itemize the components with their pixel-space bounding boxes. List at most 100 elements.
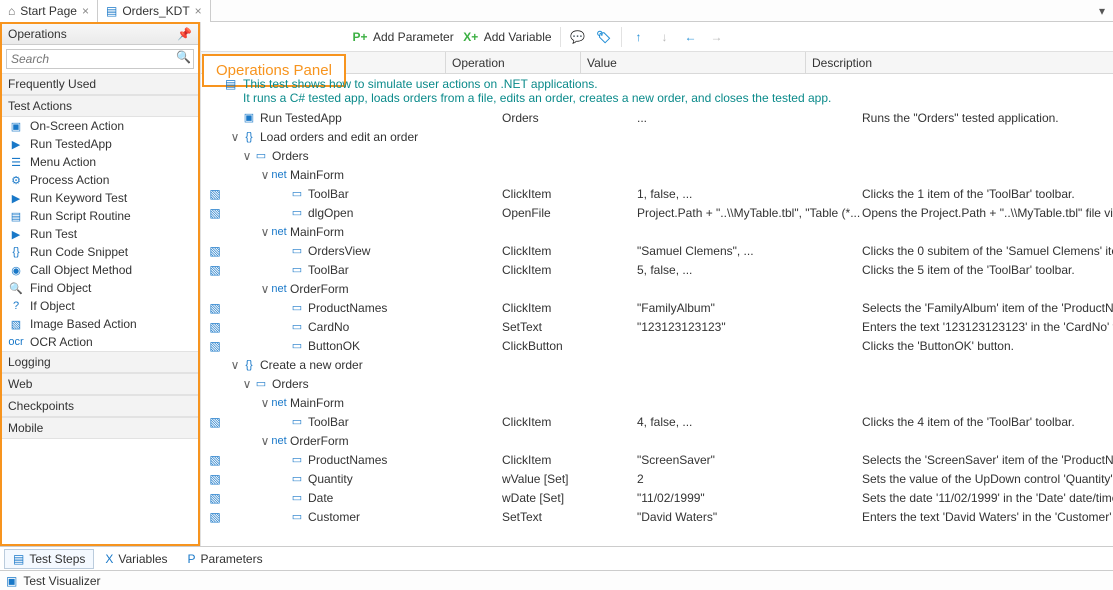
row-type-icon: ▭ [289, 301, 305, 314]
col-description[interactable]: Description [812, 56, 872, 70]
arrow-up-icon[interactable]: ↑ [630, 28, 648, 46]
grid-row[interactable]: ∨{}Create a new order [201, 355, 1113, 374]
row-type-icon: net [271, 397, 287, 409]
row-item-label: OrdersView [308, 244, 370, 258]
grid-row[interactable]: ∨netOrderForm [201, 431, 1113, 450]
test-visualizer-label[interactable]: Test Visualizer [23, 574, 100, 588]
grid-row[interactable]: ▧▭CustomerSetText"David Waters"Enters th… [201, 507, 1113, 526]
grid-row[interactable]: ∨▭Orders [201, 374, 1113, 393]
row-value: "Samuel Clemens", ... [637, 244, 862, 258]
op-process-action[interactable]: ⚙Process Action [2, 171, 198, 189]
close-icon[interactable]: × [195, 4, 202, 18]
tab-parameters[interactable]: P Parameters [179, 549, 272, 569]
tab-start-page[interactable]: ⌂ Start Page × [0, 0, 98, 22]
grid-row[interactable]: ▧▭DatewDate [Set]"11/02/1999"Sets the da… [201, 488, 1113, 507]
row-description: Sets the value of the UpDown control 'Qu… [862, 472, 1113, 486]
op-run-script-routine[interactable]: ▤Run Script Routine [2, 207, 198, 225]
param-icon: P [188, 552, 196, 566]
search-input[interactable] [7, 50, 172, 68]
row-description: Sets the date '11/02/1999' in the 'Date'… [862, 491, 1113, 505]
row-value: 4, false, ... [637, 415, 862, 429]
col-operation[interactable]: Operation [452, 56, 505, 70]
row-operation: ClickItem [502, 415, 637, 429]
tab-orders-kdt[interactable]: ▤ Orders_KDT × [98, 0, 211, 22]
operations-panel: Operations 📌 🔍 Frequently Used Test Acti… [0, 22, 200, 546]
op-call-object-method[interactable]: ◉Call Object Method [2, 261, 198, 279]
cat-mobile[interactable]: Mobile [2, 417, 198, 439]
op-run-keyword-test[interactable]: ▶Run Keyword Test [2, 189, 198, 207]
arrow-down-icon[interactable]: ↓ [656, 28, 674, 46]
grid-row[interactable]: ∨netOrderForm [201, 279, 1113, 298]
grid-row[interactable]: ▧▭QuantitywValue [Set]2Sets the value of… [201, 469, 1113, 488]
expand-icon[interactable]: ∨ [259, 168, 271, 182]
op-find-object[interactable]: 🔍Find Object [2, 279, 198, 297]
expand-icon[interactable]: ∨ [229, 358, 241, 372]
op-run-code-snippet[interactable]: {}Run Code Snippet [2, 243, 198, 261]
row-description: Opens the Project.Path + "..\\MyTable.tb… [862, 206, 1113, 220]
grid-row[interactable]: ▧▭ToolBarClickItem1, false, ...Clicks th… [201, 184, 1113, 203]
expand-icon[interactable]: ∨ [259, 225, 271, 239]
grid-row[interactable]: ▧▭ToolBarClickItem4, false, ...Clicks th… [201, 412, 1113, 431]
op-ocr-action[interactable]: ocrOCR Action [2, 333, 198, 351]
grid-row[interactable]: ▧▭ToolBarClickItem5, false, ...Clicks th… [201, 260, 1113, 279]
row-type-icon: net [271, 169, 287, 181]
add-parameter-button[interactable]: P+ Add Parameter [351, 28, 454, 46]
row-item-label: Orders [272, 377, 309, 391]
tab-variables[interactable]: X Variables [96, 549, 176, 569]
op-if-object[interactable]: ?If Object [2, 297, 198, 315]
arrow-right-icon[interactable]: → [708, 28, 726, 46]
op-run-test[interactable]: ▶Run Test [2, 225, 198, 243]
menu-icon: ☰ [8, 155, 24, 169]
cat-logging[interactable]: Logging [2, 351, 198, 373]
search-icon[interactable]: 🔍 [172, 50, 195, 68]
expand-icon[interactable]: ∨ [241, 377, 253, 391]
grid-row[interactable]: ▧▭CardNoSetText"123123123123"Enters the … [201, 317, 1113, 336]
row-description: Enters the text '123123123123' in the 'C… [862, 320, 1113, 334]
row-type-icon: ▭ [289, 472, 305, 485]
row-item-label: ProductNames [308, 301, 387, 315]
speech-icon[interactable]: 💬 [569, 28, 587, 46]
grid-row[interactable]: ∨netMainForm [201, 222, 1113, 241]
gutter-icon: ▧ [201, 491, 229, 505]
op-menu-action[interactable]: ☰Menu Action [2, 153, 198, 171]
pin-icon[interactable]: 📌 [177, 27, 192, 41]
grid-row[interactable]: ∨{}Load orders and edit an order [201, 127, 1113, 146]
grid-row[interactable]: ∨netMainForm [201, 393, 1113, 412]
row-item-label: ToolBar [308, 415, 349, 429]
row-item-label: Orders [272, 149, 309, 163]
grid-row[interactable]: ▧▭ButtonOKClickButtonClicks the 'ButtonO… [201, 336, 1113, 355]
op-run-testedapp[interactable]: ▶Run TestedApp [2, 135, 198, 153]
expand-icon[interactable]: ∨ [259, 396, 271, 410]
expand-icon[interactable]: ∨ [259, 282, 271, 296]
search-box[interactable]: 🔍 [6, 49, 194, 69]
plus-icon: X+ [462, 28, 480, 46]
expand-icon[interactable]: ∨ [229, 130, 241, 144]
op-image-based-action[interactable]: ▧Image Based Action [2, 315, 198, 333]
row-description: Clicks the 0 subitem of the 'Samuel Clem… [862, 244, 1113, 258]
gutter-icon: ▧ [201, 320, 229, 334]
add-variable-button[interactable]: X+ Add Variable [462, 28, 552, 46]
grid-row[interactable]: ▧▭ProductNamesClickItem"FamilyAlbum"Sele… [201, 298, 1113, 317]
row-operation: SetText [502, 510, 637, 524]
tag-icon[interactable]: 🏷 [595, 28, 613, 46]
expand-icon[interactable]: ∨ [241, 149, 253, 163]
op-on-screen-action[interactable]: ▣On-Screen Action [2, 117, 198, 135]
row-type-icon: ▭ [289, 339, 305, 352]
cat-web[interactable]: Web [2, 373, 198, 395]
row-operation: ClickButton [502, 339, 637, 353]
col-value[interactable]: Value [587, 56, 617, 70]
grid-row[interactable]: ∨netMainForm [201, 165, 1113, 184]
tab-menu-button[interactable]: ▾ [1099, 4, 1113, 18]
cat-frequently-used[interactable]: Frequently Used [2, 73, 198, 95]
grid-row[interactable]: ▧▭OrdersViewClickItem"Samuel Clemens", .… [201, 241, 1113, 260]
arrow-left-icon[interactable]: ← [682, 28, 700, 46]
cat-test-actions[interactable]: Test Actions [2, 95, 198, 117]
grid-row[interactable]: ▧▭ProductNamesClickItem"ScreenSaver"Sele… [201, 450, 1113, 469]
tab-test-steps[interactable]: ▤ Test Steps [4, 549, 94, 569]
grid-row[interactable]: ∨▭Orders [201, 146, 1113, 165]
close-icon[interactable]: × [82, 4, 89, 18]
grid-row[interactable]: ▣Run TestedAppOrders...Runs the "Orders"… [201, 108, 1113, 127]
grid-row[interactable]: ▧▭dlgOpenOpenFileProject.Path + "..\\MyT… [201, 203, 1113, 222]
cat-checkpoints[interactable]: Checkpoints [2, 395, 198, 417]
expand-icon[interactable]: ∨ [259, 434, 271, 448]
